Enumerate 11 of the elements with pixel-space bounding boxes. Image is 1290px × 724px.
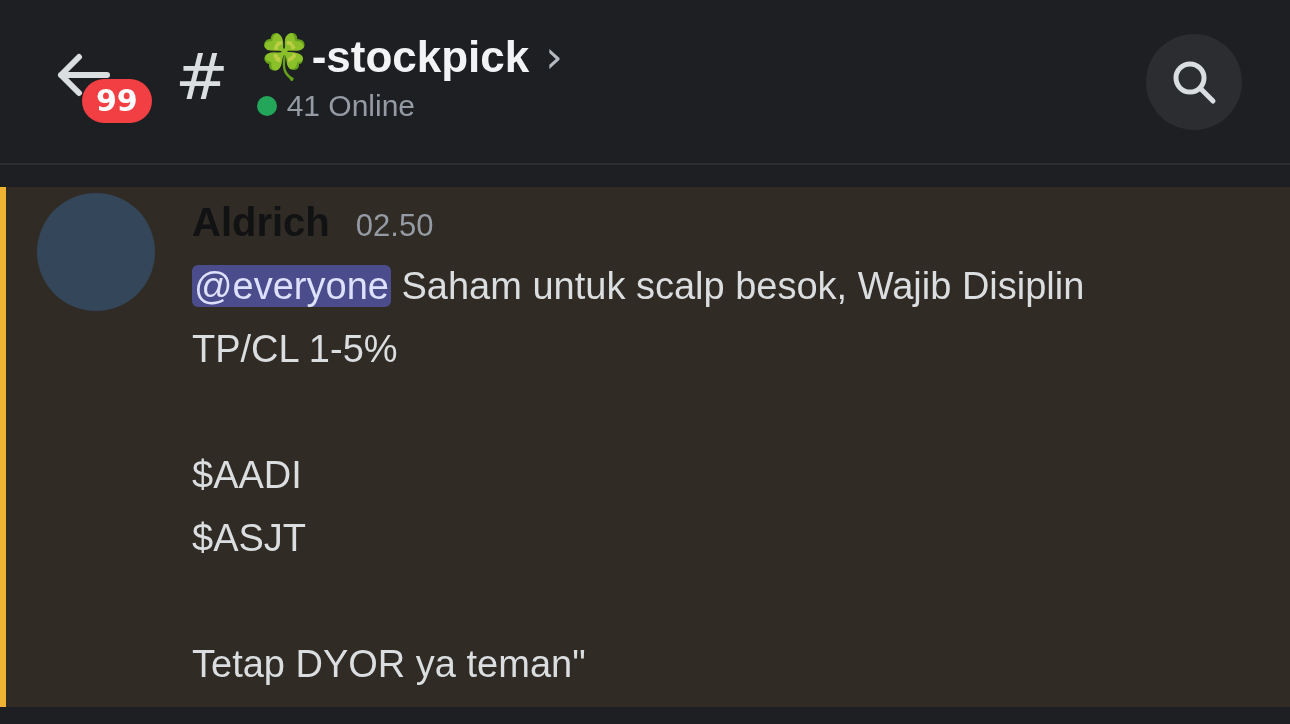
message-line: $ASJT (192, 516, 308, 561)
online-status-dot (256, 95, 277, 116)
message-line: Tetap DYOR ya teman" (192, 642, 587, 687)
unread-badge: 99 (82, 78, 152, 123)
message-line: $AADI (192, 453, 303, 498)
message-text: @everyone Saham untuk scalp besok, Wajib Disiplin TP/CL 1-5% (192, 264, 1086, 372)
channel-hash: # (175, 44, 229, 109)
chevron[interactable]: › (545, 31, 563, 82)
timestamp: 02.50 (355, 207, 434, 245)
online-count: 41 Online (286, 88, 416, 123)
channel-title[interactable]: 🍀-stockpick (256, 30, 530, 83)
